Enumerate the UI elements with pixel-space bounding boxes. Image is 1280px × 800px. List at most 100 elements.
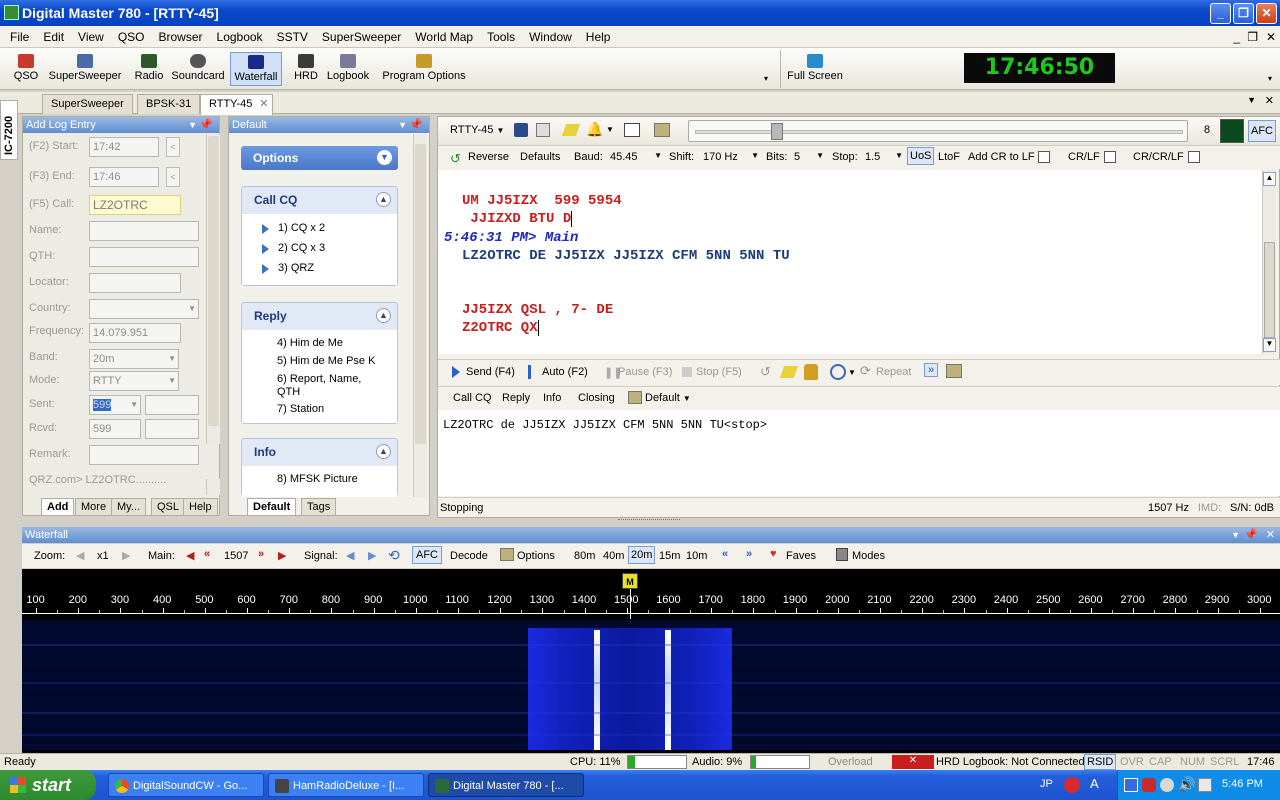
hrd-button[interactable]: HRD [292,52,320,86]
stop-select[interactable]: 1.5 ▼ [865,151,903,163]
band-10m-button[interactable]: 10m [686,550,707,562]
band-prev-icon[interactable]: « [722,548,728,560]
zoom-right-icon[interactable]: ▶ [122,549,130,562]
expand-icon[interactable]: ▼ [377,150,392,165]
input-mode-icon[interactable]: A [1090,776,1099,791]
receive-text-area[interactable]: UM JJ5IZX 599 5954 JJIZXD BTU D 5:46:31 … [438,170,1262,354]
mdi-close-icon[interactable]: ✕ [1266,26,1276,48]
supersweeper-button[interactable]: SuperSweeper [46,52,124,86]
band-select[interactable]: 20m ▼ [89,349,179,369]
tab-more[interactable]: More [75,498,113,516]
sync-icon[interactable]: ⟲ [388,547,400,564]
repeat-button[interactable]: Repeat [876,366,911,378]
band-next-icon[interactable]: » [746,548,752,560]
collapse-icon[interactable]: ▲ [376,444,391,459]
eraser-icon[interactable] [561,124,581,136]
start-button[interactable]: start [0,770,96,800]
network-icon[interactable] [1124,778,1138,792]
task-digital-master[interactable]: Digital Master 780 - [... [428,773,584,797]
menu-help[interactable]: Help [579,26,618,48]
menu-logbook[interactable]: Logbook [210,26,270,48]
minimize-button[interactable]: _ [1210,3,1231,24]
uos-toggle[interactable]: UoS [907,147,935,165]
tab-my[interactable]: My... [111,498,147,516]
band-80m-button[interactable]: 80m [574,550,595,562]
menu-tools[interactable]: Tools [480,26,522,48]
pin-icon[interactable]: 📌 [199,117,213,133]
reverse-button[interactable]: Reverse [468,151,509,163]
waterfall-afc-toggle[interactable]: AFC [412,546,442,564]
eraser-icon[interactable] [779,366,799,378]
locator-input[interactable] [89,273,181,293]
language-indicator[interactable]: JP [1040,778,1053,790]
expand-right-icon[interactable]: » [924,363,939,377]
full-screen-button[interactable]: Full Screen [786,52,844,86]
remark-input[interactable] [89,445,199,465]
scroll-down-icon[interactable]: ▼ [1263,338,1276,352]
tab-default[interactable]: Default [247,498,297,516]
main-left-icon[interactable]: ◀ [186,549,194,562]
timer-icon[interactable] [830,364,846,380]
macro-closing-button[interactable]: Closing [578,392,615,404]
soundcard-button[interactable]: Soundcard [170,52,226,86]
collapse-icon[interactable]: ▲ [376,192,391,207]
log-entry-scroll-down[interactable] [206,479,220,495]
task-hamradiodeluxe[interactable]: HamRadioDeluxe - [I... [268,773,424,797]
waterfall-button[interactable]: Waterfall [230,52,282,86]
mode-select[interactable]: RTTY-45 ▼ [450,124,504,136]
collapse-icon[interactable]: ▲ [376,308,391,323]
tab-rtty-45[interactable]: RTTY-45 ✕ [200,94,274,115]
pin-icon[interactable]: 📌 [1244,527,1258,543]
bits-select[interactable]: 5 ▼ [794,151,824,163]
mode-select[interactable]: RTTY ▼ [89,371,179,391]
send-button[interactable]: Send (F4) [466,366,515,378]
save-icon[interactable] [514,123,528,137]
waterfall-options-button[interactable]: Options [517,550,555,562]
pin-icon[interactable]: 📌 [409,117,423,133]
qth-input[interactable] [89,247,199,267]
task-digitalsoundcw[interactable]: DigitalSoundCW - Go... [108,773,264,797]
rsid-toggle[interactable]: RSID [1084,754,1117,770]
program-options-button[interactable]: Program Options [382,52,466,86]
call-input[interactable]: LZ2OTRC [89,195,181,215]
sent-extra-input[interactable] [145,395,199,415]
macro-info-button[interactable]: Info [543,392,561,404]
main-fast-right-icon[interactable]: » [258,548,264,560]
close-icon[interactable]: ✕ [1266,527,1275,543]
tab-close-icon[interactable]: ✕ [259,95,268,114]
crcrlf-checkbox[interactable] [1188,151,1200,163]
options-header[interactable]: Options ▼ [241,146,398,170]
shift-select[interactable]: 170 Hz ▼ [703,151,759,163]
main-right-icon[interactable]: ▶ [278,549,286,562]
macro-cq-x3[interactable]: 2) CQ x 3 [242,238,397,258]
auto-button[interactable]: Auto (F2) [542,366,588,378]
waterfall-spectrogram[interactable] [22,620,1280,750]
macro-mfsk-picture[interactable]: 8) MFSK Picture [277,473,358,485]
panel-menu-icon[interactable]: ▼ [398,117,407,133]
ltof-toggle[interactable]: LtoF [938,151,960,163]
settings-icon[interactable] [654,123,670,137]
mdi-restore-icon[interactable]: ❐ [1247,26,1258,48]
country-select[interactable]: ▼ [89,299,199,319]
tab-supersweeper[interactable]: SuperSweeper [42,94,133,114]
update-icon[interactable] [1160,778,1174,792]
side-tab-radio[interactable]: IC-7200 [0,100,18,160]
band-20m-button[interactable]: 20m [628,546,656,564]
bell-icon[interactable]: 🔔 [586,121,603,138]
start-time-input[interactable]: 17:42 [89,137,159,157]
menu-file[interactable]: File [0,26,36,48]
maximize-button[interactable]: ❐ [1233,3,1254,24]
qso-button[interactable]: QSO [10,52,42,86]
tab-close-all-icon[interactable]: ✕ [1265,94,1274,107]
toolbar-overflow-icon-right[interactable]: ▾ [1268,74,1278,86]
macro-qrz[interactable]: 3) QRZ [242,258,397,278]
chevron-down-icon[interactable]: ▼ [848,368,856,377]
crlf-checkbox[interactable] [1104,151,1116,163]
band-40m-button[interactable]: 40m [603,550,624,562]
baud-select[interactable]: 45.45 ▼ [610,151,662,163]
menu-window[interactable]: Window [522,26,579,48]
radio-button[interactable]: Radio [130,52,168,86]
print-preview-icon[interactable] [536,123,550,137]
modes-button[interactable]: Modes [852,550,885,562]
macro-set-select[interactable]: Default ▼ [645,392,691,404]
